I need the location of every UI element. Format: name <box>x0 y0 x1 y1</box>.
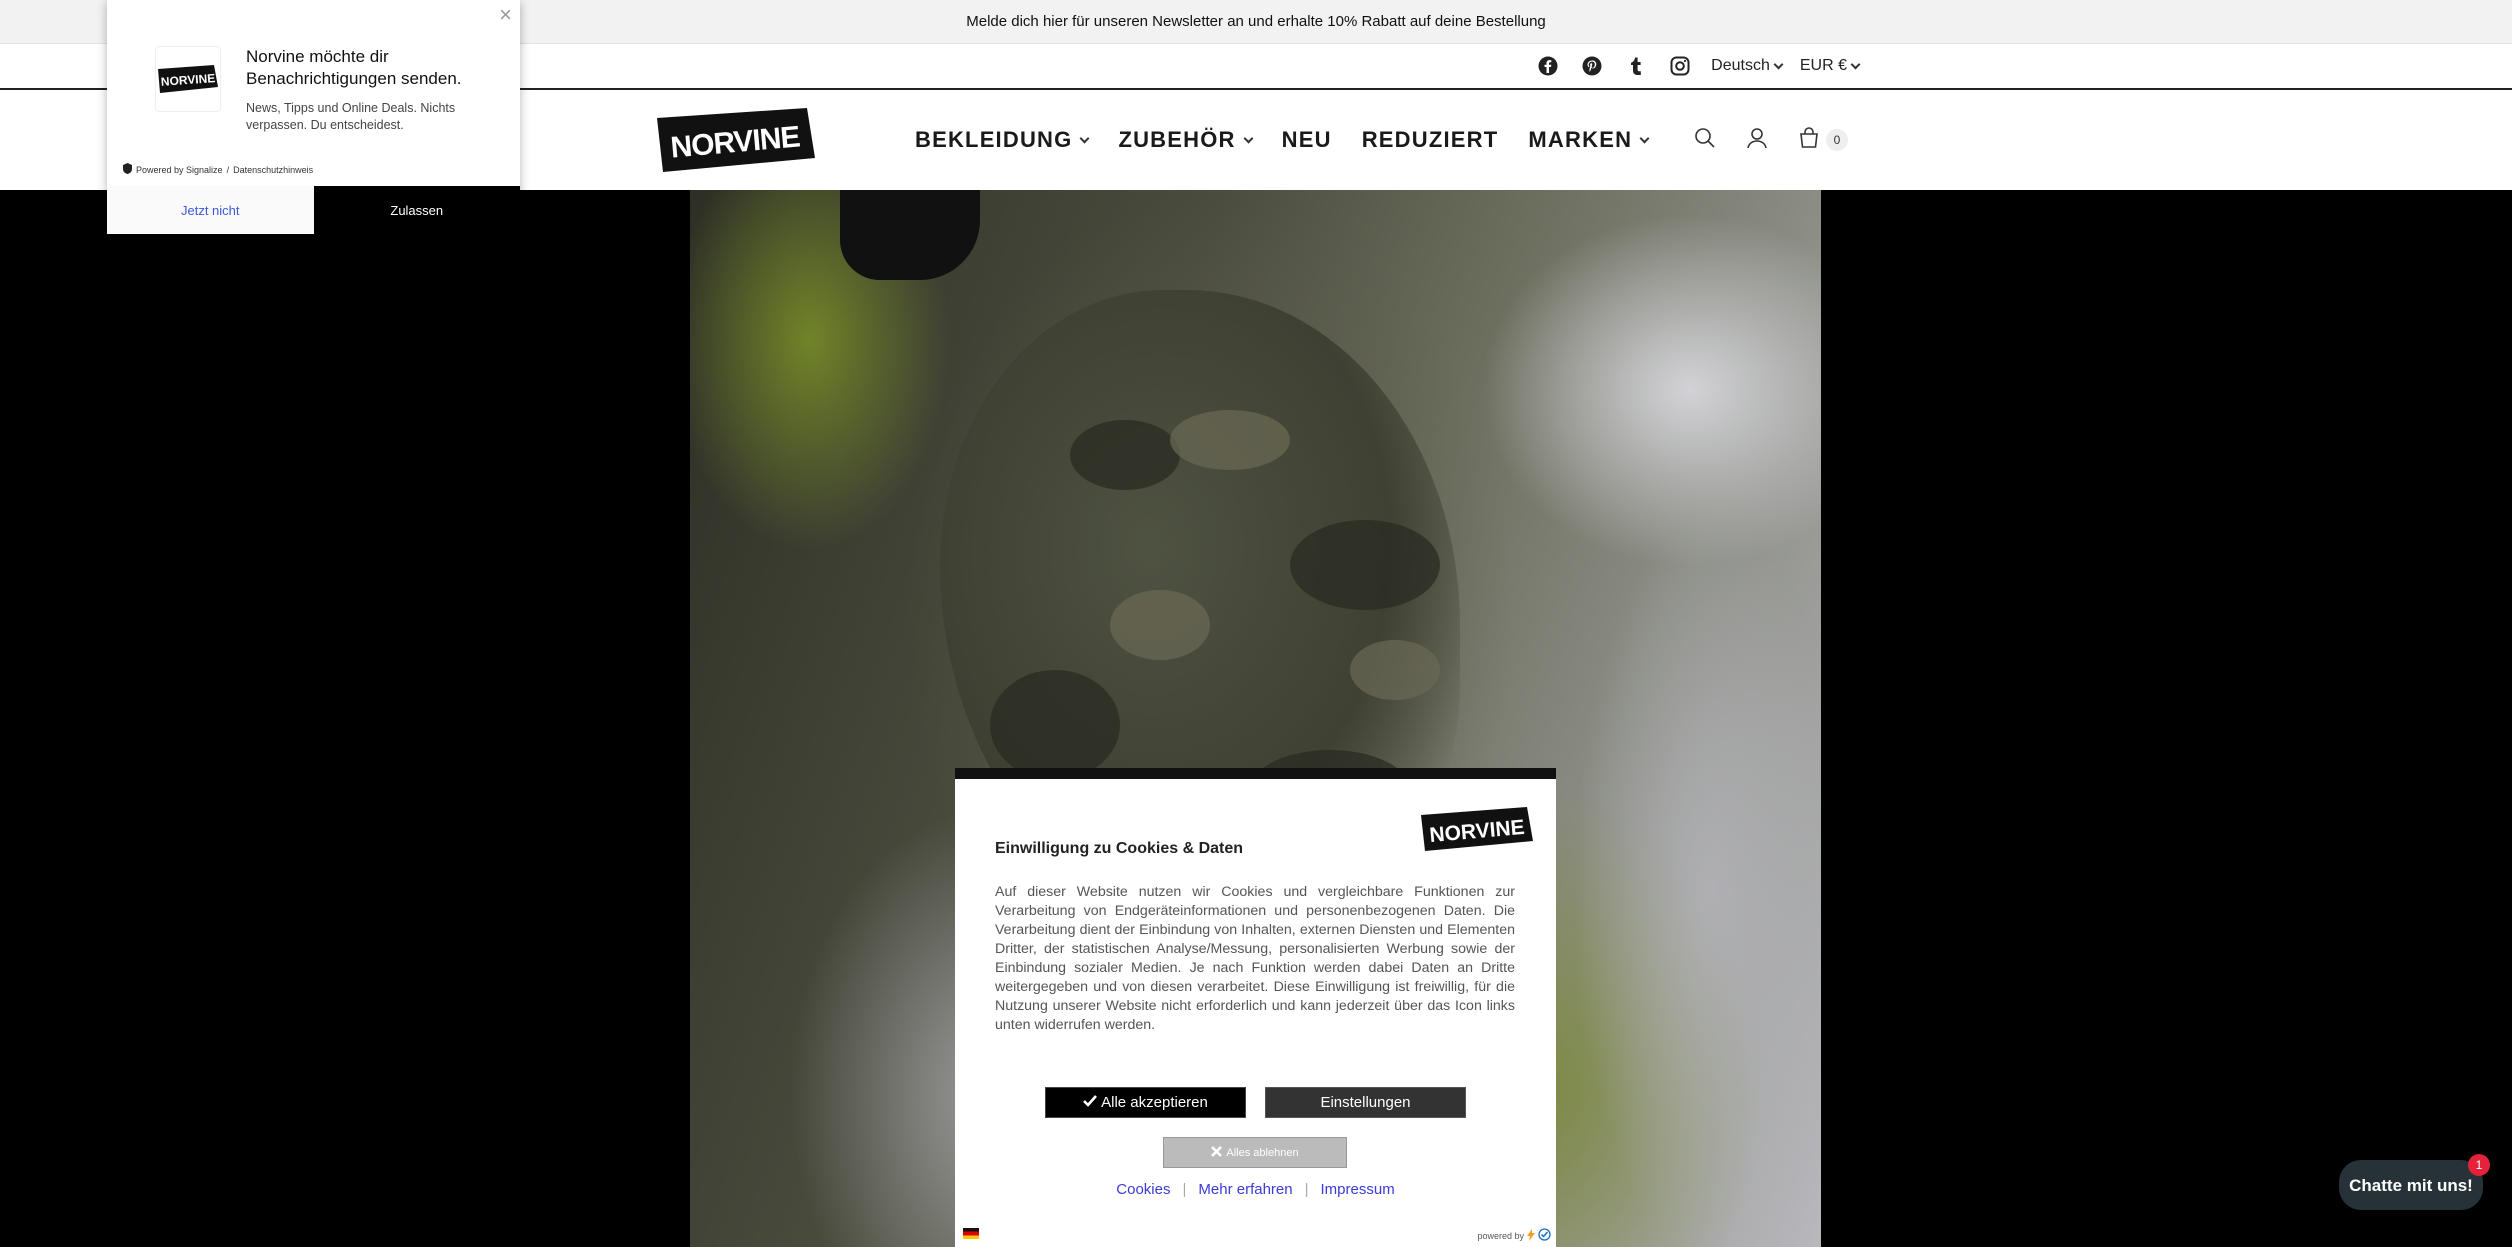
norvine-logo: NORVINE <box>1421 807 1533 851</box>
not-now-button[interactable]: Jetzt nicht <box>107 186 314 234</box>
chevron-down-icon <box>1850 59 1861 69</box>
nav-item-bekleidung[interactable]: BEKLEIDUNG <box>915 127 1090 153</box>
search-icon[interactable] <box>1694 127 1716 154</box>
cookie-powered-by[interactable]: powered by <box>1477 1228 1551 1243</box>
chat-unread-badge: 1 <box>2468 1154 2490 1176</box>
hero-camo-patch <box>1290 520 1440 610</box>
hero-dark-shape <box>840 190 980 280</box>
instagram-icon[interactable] <box>1667 53 1693 79</box>
settings-button[interactable]: Einstellungen <box>1265 1087 1466 1118</box>
nav-label: NEU <box>1281 127 1332 152</box>
nav-label: ZUBEHÖR <box>1118 127 1236 152</box>
link-separator: | <box>1304 1181 1309 1198</box>
cart-button[interactable]: 0 <box>1798 126 1848 154</box>
notification-powered: Powered by Signalize / Datenschutzhinwei… <box>123 163 313 176</box>
privacy-link[interactable]: Datenschutzhinweis <box>233 165 313 175</box>
reject-all-button[interactable]: Alles ablehnen <box>1163 1137 1347 1168</box>
checkmark-icon <box>1083 1094 1098 1111</box>
allow-button[interactable]: Zulassen <box>313 186 520 234</box>
notification-title: Norvine möchte dir Benachrichtigungen se… <box>246 47 462 88</box>
learn-more-link[interactable]: Mehr erfahren <box>1198 1181 1292 1198</box>
accept-all-button[interactable]: Alle akzeptieren <box>1045 1087 1246 1118</box>
accept-all-label: Alle akzeptieren <box>1101 1094 1208 1111</box>
currency-label: EUR € <box>1799 57 1847 74</box>
chat-button[interactable]: Chatte mit uns! <box>2339 1160 2483 1210</box>
hero-camo-patch <box>1110 590 1210 660</box>
chevron-down-icon <box>1080 133 1090 143</box>
powered-by-signalize-link[interactable]: Powered by Signalize <box>136 165 223 175</box>
facebook-icon[interactable] <box>1535 53 1561 79</box>
hero-camo-patch <box>1070 420 1180 490</box>
hero-camo-patch <box>990 670 1120 780</box>
cookie-text: Auf dieser Website nutzen wir Cookies un… <box>995 884 1515 1033</box>
nav-item-zubehoer[interactable]: ZUBEHÖR <box>1118 127 1254 153</box>
account-icon[interactable] <box>1746 127 1768 154</box>
shield-check-icon <box>1538 1228 1551 1243</box>
notification-text: News, Tipps und Online Deals. Nichts ver… <box>246 101 456 132</box>
nav-item-marken[interactable]: MARKEN <box>1528 127 1650 153</box>
powered-by-label: powered by <box>1477 1230 1524 1241</box>
nav-item-neu[interactable]: NEU <box>1282 127 1332 153</box>
cookie-links: Cookies | Mehr erfahren | Impressum <box>955 1181 1556 1198</box>
chevron-down-icon <box>1243 133 1254 143</box>
currency-selector[interactable]: EUR € <box>1799 57 1861 75</box>
main-nav: BEKLEIDUNG ZUBEHÖR NEU REDUZIERT MARKEN <box>915 90 1650 190</box>
link-separator: | <box>1182 1181 1187 1198</box>
chevron-down-icon <box>1639 133 1650 143</box>
cookies-link[interactable]: Cookies <box>1116 1181 1170 1198</box>
powered-separator: / <box>226 164 230 175</box>
language-flag-icon[interactable] <box>963 1228 979 1239</box>
tumblr-icon[interactable] <box>1623 53 1649 79</box>
norvine-logo[interactable]: NORVINE <box>657 108 815 172</box>
cookie-consent-dialog: Einwilligung zu Cookies & Daten NORVINE … <box>955 768 1556 1247</box>
language-selector[interactable]: Deutsch <box>1711 57 1784 75</box>
nav-label: BEKLEIDUNG <box>915 127 1073 152</box>
language-label: Deutsch <box>1711 57 1770 74</box>
pinterest-icon[interactable] <box>1579 53 1605 79</box>
push-notification-prompt: × NORVINE Norvine möchte dir Benachricht… <box>107 0 520 234</box>
signalize-icon <box>123 163 132 176</box>
notification-logo: NORVINE <box>155 46 221 112</box>
imprint-link[interactable]: Impressum <box>1321 1181 1395 1198</box>
hero-camo-patch <box>1170 410 1290 470</box>
lightning-icon <box>1527 1228 1535 1243</box>
hero-camo-patch <box>1350 640 1440 700</box>
x-icon <box>1211 1145 1223 1160</box>
nav-label: MARKEN <box>1528 127 1633 152</box>
cookie-title: Einwilligung zu Cookies & Daten <box>995 840 1244 857</box>
nav-item-reduziert[interactable]: REDUZIERT <box>1362 127 1499 153</box>
cart-icon <box>1798 126 1820 154</box>
cart-count-badge: 0 <box>1826 129 1848 151</box>
announcement-text[interactable]: Melde dich hier für unseren Newsletter a… <box>966 13 1546 30</box>
close-icon[interactable]: × <box>499 2 512 28</box>
chevron-down-icon <box>1773 59 1784 69</box>
reject-all-label: Alles ablehnen <box>1226 1146 1299 1159</box>
nav-label: REDUZIERT <box>1361 127 1499 152</box>
